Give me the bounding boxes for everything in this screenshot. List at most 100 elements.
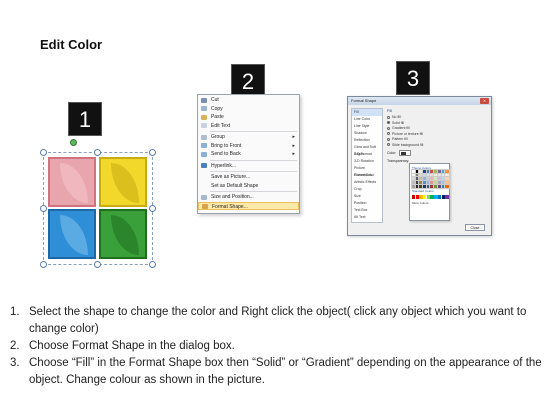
step-badge-2: 2 bbox=[231, 64, 265, 98]
menu-item-send-to-back[interactable]: Send to Back ▸ bbox=[198, 150, 299, 159]
menu-item-label: Format Shape... bbox=[212, 203, 248, 210]
color-picker-button[interactable] bbox=[399, 150, 412, 156]
menu-item-label: Size and Position... bbox=[211, 194, 254, 200]
dialog-sidebar-item[interactable]: Fill bbox=[352, 109, 382, 116]
step-badge-1: 1 bbox=[68, 102, 102, 136]
dialog-sidebar-item[interactable]: Alt Text bbox=[352, 214, 382, 221]
instruction-number: 2. bbox=[10, 340, 20, 352]
shape-group[interactable] bbox=[40, 139, 156, 268]
radio-icon bbox=[387, 132, 390, 136]
transparency-label: Transparency: bbox=[387, 159, 410, 163]
green-shape[interactable] bbox=[99, 209, 147, 259]
dialog-sidebar-item[interactable]: Line Color bbox=[352, 116, 382, 123]
more-colors-link[interactable]: More Colors... bbox=[412, 201, 447, 205]
instruction-list: 1. Select the shape to change the color a… bbox=[10, 304, 558, 389]
standard-color-row bbox=[412, 195, 449, 199]
instruction-text: Select the shape to change the color and… bbox=[29, 306, 527, 335]
menu-item-cut[interactable]: Cut bbox=[198, 96, 299, 105]
dialog-sidebar-item[interactable]: Glow and Soft Edges bbox=[352, 144, 382, 156]
copy-icon bbox=[201, 106, 207, 111]
context-menu: Cut Copy Paste Edit Text Group ▸ Bring to Fron… bbox=[197, 94, 300, 214]
red-shape[interactable] bbox=[48, 157, 96, 207]
yellow-shape[interactable] bbox=[99, 157, 147, 207]
resize-handle-b[interactable] bbox=[94, 261, 101, 268]
menu-item-label: Paste bbox=[211, 114, 224, 120]
dialog-sidebar-item[interactable]: Picture Color bbox=[352, 172, 382, 179]
menu-item-format-shape[interactable]: Format Shape... bbox=[198, 201, 299, 210]
dialog-sidebar-item[interactable]: Line Style bbox=[352, 123, 382, 130]
group-icon bbox=[201, 134, 207, 140]
dialog-sidebar-item[interactable]: Size bbox=[352, 193, 382, 200]
theme-color-grid bbox=[410, 168, 450, 190]
edit-text-icon bbox=[201, 123, 207, 128]
resize-handle-tr[interactable] bbox=[149, 149, 156, 156]
standard-colors-label: Standard Colors bbox=[412, 189, 434, 194]
menu-item-label: Hyperlink... bbox=[211, 162, 237, 169]
send-back-icon bbox=[201, 151, 207, 157]
color-swatch[interactable] bbox=[445, 195, 449, 199]
dialog-sidebar-item[interactable]: Reflection bbox=[352, 137, 382, 144]
menu-item-group[interactable]: Group ▸ bbox=[198, 133, 299, 142]
fill-option-label: Gradient fill bbox=[392, 126, 410, 130]
dialog-sidebar-item[interactable]: Crop bbox=[352, 186, 382, 193]
menu-item-label: Group bbox=[211, 134, 225, 140]
paste-icon bbox=[201, 114, 207, 120]
submenu-arrow-icon: ▸ bbox=[292, 134, 295, 140]
instruction-item: 3. Choose “Fill” in the Format Shape box … bbox=[10, 355, 558, 389]
dialog-sidebar-item[interactable]: Picture Corrections bbox=[352, 165, 382, 177]
menu-item-copy[interactable]: Copy bbox=[198, 105, 299, 114]
radio-icon bbox=[387, 121, 390, 125]
resize-handle-r[interactable] bbox=[149, 205, 156, 212]
color-label: Color: bbox=[387, 151, 397, 155]
color-swatch[interactable] bbox=[444, 183, 450, 190]
dialog-sidebar-item[interactable]: Position bbox=[352, 200, 382, 207]
menu-item-size-and-position[interactable]: Size and Position... bbox=[198, 193, 299, 202]
dialog-title: Format Shape bbox=[351, 98, 377, 103]
menu-item-edit-text[interactable]: Edit Text bbox=[198, 122, 299, 131]
resize-handle-l[interactable] bbox=[40, 205, 47, 212]
radio-icon bbox=[387, 126, 390, 130]
blue-shape[interactable] bbox=[48, 209, 96, 259]
step-badge-3: 3 bbox=[396, 61, 430, 95]
page-title: Edit Color bbox=[40, 37, 103, 52]
menu-item-label: Copy bbox=[211, 105, 223, 112]
fill-option-label: No fill bbox=[392, 115, 401, 119]
menu-item-bring-to-front[interactable]: Bring to Front ▸ bbox=[198, 142, 299, 151]
dialog-titlebar: Format Shape X bbox=[348, 97, 491, 105]
color-palette: Theme Colors Standard Colors More Colors… bbox=[409, 163, 450, 221]
fill-option-label: Pattern fill bbox=[392, 137, 408, 141]
format-shape-icon bbox=[202, 204, 208, 209]
instruction-number: 1. bbox=[10, 306, 20, 318]
radio-icon bbox=[387, 143, 390, 147]
dialog-sidebar-item[interactable]: Text Box bbox=[352, 207, 382, 214]
close-icon[interactable]: X bbox=[480, 98, 489, 104]
menu-item-set-as-default-shape[interactable]: Set as Default Shape bbox=[198, 182, 299, 191]
dialog-sidebar-item[interactable]: 3-D Format bbox=[352, 151, 382, 158]
scissors-icon bbox=[201, 97, 207, 103]
submenu-arrow-icon: ▸ bbox=[292, 151, 295, 157]
bring-front-icon bbox=[201, 143, 207, 148]
menu-separator bbox=[210, 159, 297, 161]
rotation-handle[interactable] bbox=[70, 139, 77, 146]
resize-handle-tl[interactable] bbox=[40, 149, 47, 156]
resize-handle-t[interactable] bbox=[94, 149, 101, 156]
radio-icon bbox=[387, 137, 390, 141]
menu-item-hyperlink[interactable]: Hyperlink... bbox=[198, 162, 299, 171]
instruction-text: Choose Format Shape in the dialog box. bbox=[29, 340, 235, 352]
menu-item-label: Edit Text bbox=[211, 122, 231, 129]
menu-item-save-as-picture[interactable]: Save as Picture... bbox=[198, 173, 299, 182]
fill-option-label: Picture or texture fill bbox=[392, 131, 423, 136]
dialog-close-button[interactable]: Close bbox=[465, 224, 485, 231]
dialog-sidebar-item[interactable]: Shadow bbox=[352, 130, 382, 137]
menu-separator bbox=[210, 171, 297, 172]
menu-separator bbox=[210, 191, 297, 192]
menu-item-label: Set as Default Shape bbox=[211, 182, 259, 189]
menu-item-paste[interactable]: Paste bbox=[198, 113, 299, 122]
resize-handle-bl[interactable] bbox=[40, 261, 47, 268]
dialog-sidebar-item[interactable]: Artistic Effects bbox=[352, 179, 382, 186]
resize-handle-br[interactable] bbox=[149, 261, 156, 268]
instruction-item: 1. Select the shape to change the color a… bbox=[10, 304, 558, 338]
instruction-item: 2. Choose Format Shape in the dialog box. bbox=[10, 338, 558, 355]
dialog-sidebar-item[interactable]: 3-D Rotation bbox=[352, 158, 382, 165]
fill-option[interactable]: Slide background fill bbox=[387, 143, 490, 149]
